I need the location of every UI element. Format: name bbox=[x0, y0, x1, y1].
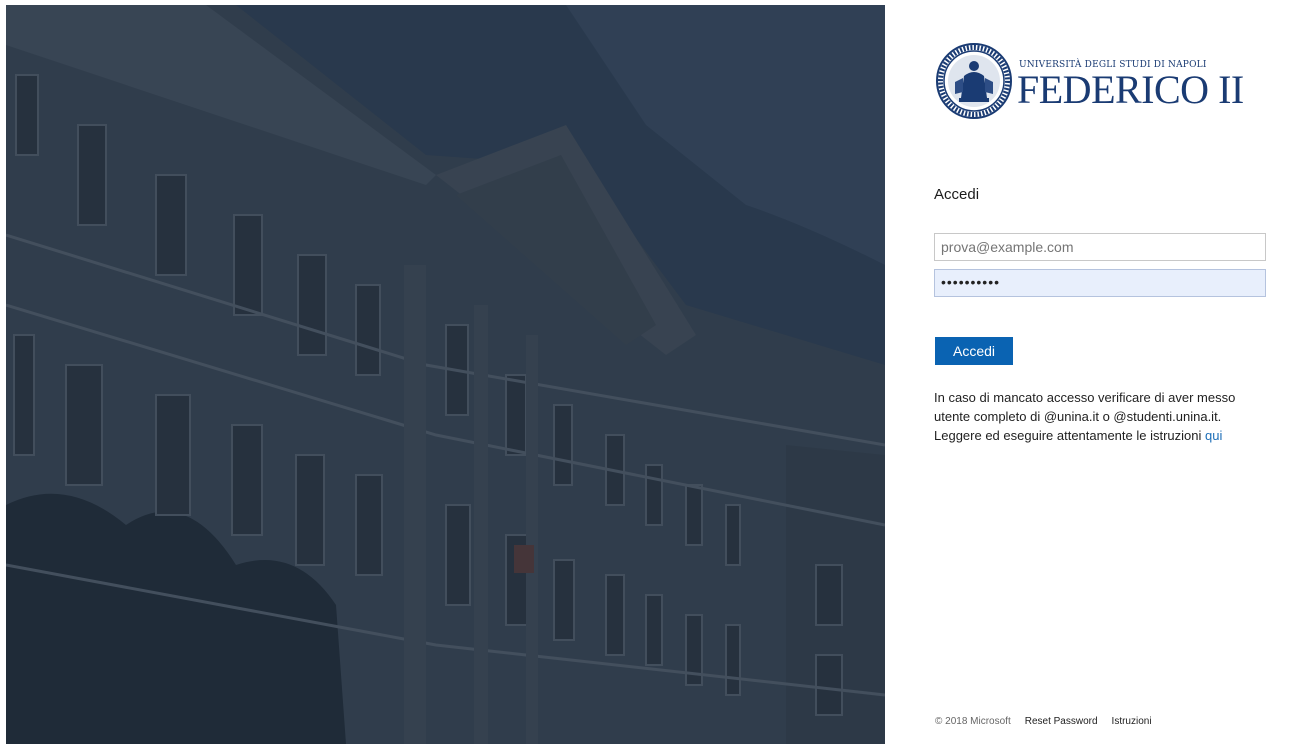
email-input[interactable] bbox=[934, 233, 1266, 261]
help-line-3-text: Leggere ed eseguire attentamente le istr… bbox=[934, 428, 1202, 443]
brand-line2: FEDERICO II bbox=[1017, 67, 1244, 112]
help-line-3: Leggere ed eseguire attentamente le istr… bbox=[934, 426, 1264, 445]
help-line-2: utente completo di @unina.it o @studenti… bbox=[934, 409, 1222, 424]
reset-password-link[interactable]: Reset Password bbox=[1025, 716, 1098, 727]
university-seal-icon bbox=[936, 43, 1012, 119]
login-panel: UNIVERSITÀ DEGLI STUDI DI NAPOLI FEDERIC… bbox=[885, 0, 1316, 744]
footer: © 2018 Microsoft Reset Password Istruzio… bbox=[935, 716, 1152, 727]
background-image bbox=[6, 5, 885, 744]
password-input[interactable]: •••••••••• bbox=[934, 269, 1266, 297]
instructions-link[interactable]: qui bbox=[1205, 428, 1222, 443]
login-button[interactable]: Accedi bbox=[935, 337, 1013, 365]
help-line-1: In caso di mancato accesso verificare di… bbox=[934, 390, 1236, 405]
help-text: In caso di mancato accesso verificare di… bbox=[934, 388, 1264, 445]
copyright-text: © 2018 Microsoft bbox=[935, 716, 1011, 727]
university-logo: UNIVERSITÀ DEGLI STUDI DI NAPOLI FEDERIC… bbox=[935, 42, 1244, 122]
instructions-footer-link[interactable]: Istruzioni bbox=[1112, 716, 1152, 727]
page-title: Accedi bbox=[934, 186, 980, 203]
